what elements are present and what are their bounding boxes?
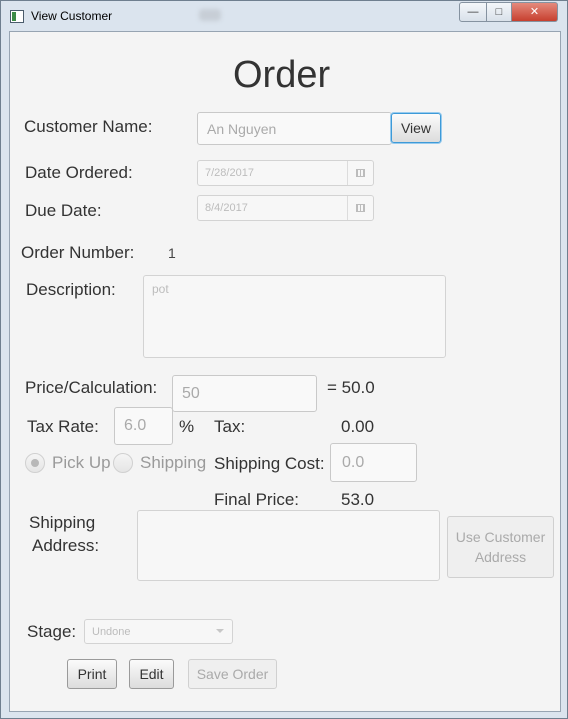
shipping-label: Shipping (140, 453, 207, 472)
stage-value: Undone (92, 625, 131, 638)
customer-name-field[interactable]: An Nguyen (197, 112, 392, 145)
window-controls: — □ ✕ (459, 2, 558, 22)
order-form: Order Customer Name: An Nguyen View Date… (9, 31, 561, 712)
print-button[interactable]: Print (67, 659, 117, 689)
window: View Customer — □ ✕ Order Customer Name:… (0, 0, 568, 719)
due-date-value: 8/4/2017 (205, 202, 248, 214)
close-button[interactable]: ✕ (512, 2, 558, 22)
tax-value: 0.00 (341, 417, 375, 436)
title-bar[interactable]: View Customer — □ ✕ (1, 1, 567, 31)
customer-name-label: Customer Name: (24, 117, 153, 136)
description-field[interactable]: pot (143, 275, 446, 358)
final-price-label: Final Price: (214, 490, 300, 509)
tax-label: Tax: (214, 417, 246, 436)
shipping-cost-label: Shipping Cost: (214, 454, 325, 473)
save-order-button[interactable]: Save Order (188, 659, 277, 689)
blurred-title-fragment (199, 9, 221, 21)
shipping-address-label-line2: Address: (32, 536, 100, 555)
minimize-button[interactable]: — (459, 2, 487, 22)
minimize-icon: — (467, 6, 479, 18)
tax-rate-field[interactable]: 6.0 (114, 407, 173, 445)
order-number-label: Order Number: (21, 243, 135, 262)
order-number-value: 1 (168, 245, 176, 261)
use-customer-address-line1: Use Customer (455, 529, 546, 545)
description-label: Description: (26, 280, 116, 299)
pickup-label: Pick Up (52, 453, 111, 472)
calendar-icon (356, 169, 365, 177)
date-ordered-value: 7/28/2017 (205, 167, 254, 179)
due-date-picker[interactable]: 8/4/2017 (197, 195, 374, 221)
date-ordered-label: Date Ordered: (25, 163, 133, 182)
stage-label: Stage: (27, 622, 77, 641)
shipping-cost-field[interactable]: 0.0 (330, 443, 417, 482)
page-title: Order (233, 54, 331, 96)
shipping-address-field[interactable] (137, 510, 440, 581)
price-label: Price/Calculation: (25, 378, 158, 397)
view-button[interactable]: View (391, 113, 441, 143)
due-date-label: Due Date: (25, 201, 102, 220)
price-result: = 50.0 (327, 378, 375, 397)
date-ordered-calendar-button[interactable] (347, 161, 373, 185)
pickup-radio[interactable] (25, 453, 45, 473)
price-field[interactable]: 50 (172, 375, 317, 412)
final-price-value: 53.0 (341, 490, 375, 509)
chevron-down-icon (216, 629, 224, 633)
close-icon: ✕ (529, 6, 540, 18)
maximize-icon: □ (495, 6, 503, 18)
due-date-calendar-button[interactable] (347, 196, 373, 220)
date-ordered-picker[interactable]: 7/28/2017 (197, 160, 374, 186)
app-icon (10, 10, 24, 23)
use-customer-address-button[interactable]: Use Customer Address (447, 516, 554, 578)
maximize-button[interactable]: □ (487, 2, 512, 22)
edit-button[interactable]: Edit (129, 659, 174, 689)
shipping-radio[interactable] (113, 453, 133, 473)
shipping-address-label-line1: Shipping (29, 513, 96, 532)
tax-rate-label: Tax Rate: (27, 417, 99, 436)
stage-select[interactable]: Undone (84, 619, 233, 644)
use-customer-address-line2: Address (474, 549, 527, 565)
percent-sign: % (179, 417, 195, 436)
calendar-icon (356, 204, 365, 212)
window-title: View Customer (31, 9, 113, 23)
